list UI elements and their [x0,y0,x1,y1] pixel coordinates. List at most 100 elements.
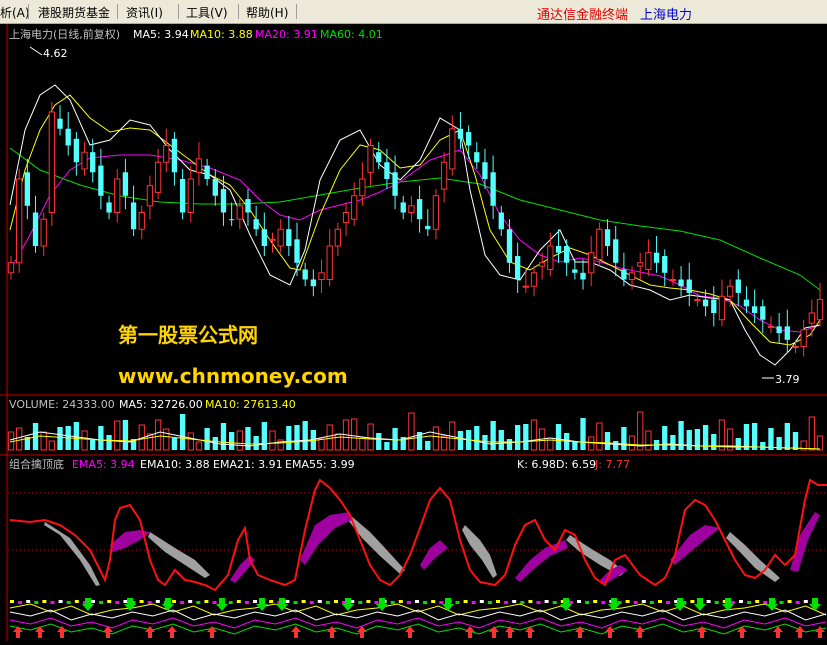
menu-bar: 析(A) 港股期货基金 资讯(I) 工具(V) 帮助(H) 通达信金融终端 上海… [0,0,827,24]
volume-bar [187,432,194,451]
candle-body [743,299,750,307]
ema5-label: EMA5: 3.94 [72,458,135,471]
signal-dot [585,601,590,604]
signal-dot [787,600,792,603]
signal-dot [601,601,606,604]
candle-body [482,162,488,179]
volume-bar [604,432,611,450]
volume-bar [351,418,358,451]
candle-body [81,151,88,170]
volume-bar [392,428,398,450]
volume-bar [294,425,300,450]
ma60-label: MA60: 4.01 [320,28,383,41]
volume-bar [440,435,448,451]
candle-body [163,145,170,163]
menu-item-hk-futures-funds[interactable]: 港股期货基金 [38,4,110,21]
menu-item-news[interactable]: 资讯(I) [126,4,163,21]
signal-dot [180,601,185,604]
signal-dot [803,600,808,603]
volume-bar [253,436,259,450]
volume-bar [204,428,210,450]
ema55-label: EMA55: 3.99 [285,458,355,471]
candle-body [228,219,235,221]
menu-item-analysis[interactable]: 析(A) [0,4,30,21]
watermark-title: 第一股票公式网 [118,323,258,347]
volume-bar [498,430,504,450]
volume-bar [40,431,47,451]
volume-bar [474,426,480,450]
candle-body [187,178,194,213]
candle-body [7,262,15,274]
signal-dot [706,600,711,603]
chart-area[interactable]: 上海电力(日线,前复权) MA5: 3.94 MA10: 3.88 MA20: … [0,24,827,641]
signal-dot [188,600,193,603]
candle-body [653,252,660,263]
signal-dot [366,600,371,603]
candle-body [425,225,431,230]
volume-bar [735,438,741,450]
volume-bar [506,439,513,450]
candle-body [506,229,513,263]
volume-bar [114,420,121,451]
volume-bar [384,442,390,450]
candle-body [24,172,30,206]
volume-bar [261,422,267,450]
candle-body [514,256,521,280]
stock-name-link[interactable]: 上海电力 [640,4,692,23]
signal-dot [155,600,160,603]
ma5-label: MA5: 3.94 [133,28,189,41]
candle-body [245,199,251,213]
main-panel-title: 上海电力(日线,前复权) [9,27,120,41]
ema10-label: EMA10: 3.88 [140,458,210,471]
candle-body [457,128,464,139]
volume-bar [245,427,251,450]
candle-body [65,128,71,146]
volume-bar [179,414,186,450]
candle-body [106,202,112,213]
signal-dot [325,601,330,604]
volume-bar [432,426,440,451]
menu-item-help[interactable]: 帮助(H) [246,4,288,21]
volume-bar [171,438,178,450]
candle-body [294,239,300,263]
volume-bar [286,426,292,450]
candle-body [628,272,636,280]
volume-bar [425,441,431,450]
signal-dot [714,601,719,604]
candle-body [171,138,178,173]
volume-bar [73,422,80,450]
menu-item-tools[interactable]: 工具(V) [186,4,228,21]
volume-bar [645,430,652,451]
candle-body [662,256,668,273]
volume-bar [694,429,701,450]
signal-dot [172,600,176,603]
candle-body [416,199,423,220]
signal-dot [58,600,63,603]
signal-dot [536,601,541,604]
signal-dot [544,600,549,603]
volume-bar [408,412,415,451]
candle-body [432,195,440,230]
signal-dot [285,600,290,603]
signal-dot [528,600,533,603]
volume-bar [302,421,308,450]
signal-dot [293,601,298,604]
signal-dot [398,600,403,603]
candle-body [326,245,333,280]
signal-dot [504,601,509,604]
signal-dot [317,600,322,603]
signal-dot [779,601,784,604]
candle-body [669,279,677,281]
candle-body [392,172,398,196]
menu-separator [117,4,118,19]
candle-body [130,202,137,230]
volume-bar [163,428,170,451]
candle-body [212,179,218,196]
signal-dot [50,601,55,604]
signal-dot [593,600,598,603]
candle-body [678,279,684,287]
signal-dot [374,601,379,604]
brand-title: 通达信金融终端 [537,8,629,23]
candle-body [735,279,741,293]
signal-dot [309,601,314,604]
